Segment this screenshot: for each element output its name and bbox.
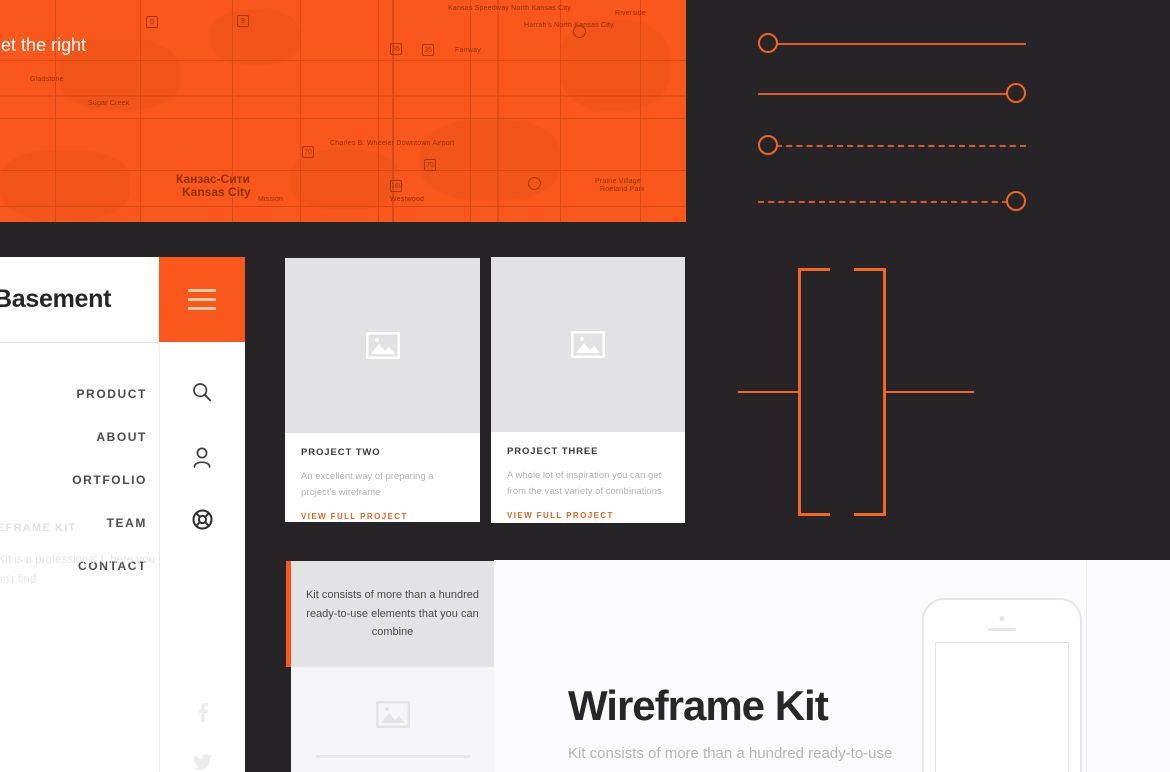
search-icon[interactable] (159, 374, 245, 410)
map-label: Riverside (615, 10, 646, 17)
slider-track (758, 201, 1008, 203)
speaker-icon (988, 628, 1016, 631)
route-shield-icon: 35 (390, 43, 402, 55)
map-poi-icon (528, 177, 541, 190)
slider-left-knob-dashed[interactable] (758, 135, 1026, 157)
under-quote-panel (291, 667, 494, 772)
image-placeholder-wrap (375, 700, 410, 733)
view-full-project-link[interactable]: VIEW FULL PROJECT (507, 511, 669, 520)
user-icon[interactable] (159, 439, 245, 475)
sidebar-item-about[interactable]: ABOUT (0, 415, 159, 458)
card-title: PROJECT THREE (507, 446, 599, 457)
site-nav-card: Basement PRODUCT ABOUT ORTFOLIO TEAM CON… (0, 257, 245, 772)
phone-screen (935, 642, 1069, 772)
page-body: Kit consists of more than a hundred read… (568, 745, 893, 772)
menu-toggle-button[interactable] (159, 257, 245, 342)
page-title: Wireframe Kit (568, 682, 829, 729)
slider-handle[interactable] (758, 135, 778, 155)
quote-text: Kit consists of more than a hundred read… (305, 588, 480, 639)
slider-left-knob-solid[interactable] (758, 33, 1026, 55)
hamburger-icon-bar (188, 298, 216, 301)
divider (0, 342, 159, 343)
map-label: Prairie Village (595, 178, 642, 185)
screen-root: Kansas Speedway North Kansas City Harrah… (0, 0, 1170, 772)
slider-handle[interactable] (758, 33, 778, 53)
card-body: PROJECT TWO An excellent way of preparin… (285, 433, 480, 521)
divider (1086, 560, 1087, 772)
route-shield-icon: 70 (302, 146, 314, 158)
image-placeholder-icon (571, 331, 605, 358)
map-label: Charles B. Wheeler Downtown Airport (330, 140, 455, 147)
image-placeholder-icon (365, 332, 400, 359)
bracket-graphic (738, 268, 978, 516)
sidebar-item-product[interactable]: PRODUCT (0, 372, 159, 415)
slider-track (758, 93, 1008, 95)
card-description: A whole lot of inspiration you can get f… (507, 470, 662, 497)
map-label: Mission (258, 196, 284, 203)
iphone-wireframe (922, 598, 1082, 772)
card-description: An excellent way of preparing a project'… (301, 471, 434, 498)
sidebar-footer-title: REFRAME KIT (0, 522, 77, 534)
hero-headline-line-2: ble (0, 57, 86, 80)
slider-right-knob-dashed[interactable] (758, 191, 1026, 213)
slider-right-knob-solid[interactable] (758, 83, 1026, 105)
view-full-project-link[interactable]: VIEW FULL PROJECT (301, 512, 464, 521)
twitter-icon[interactable] (159, 747, 245, 772)
hamburger-icon-bar (188, 289, 216, 292)
card-title: PROJECT TWO (301, 447, 381, 458)
route-shield-icon: 5 (146, 16, 158, 28)
map-poi-icon (573, 25, 586, 38)
lifebuoy-icon[interactable] (159, 501, 245, 537)
brand-logo[interactable]: Basement (0, 285, 111, 314)
project-card[interactable]: PROJECT THREE A whole lot of inspiration… (491, 257, 685, 523)
nav-header: Basement (0, 257, 159, 342)
card-thumbnail (285, 258, 480, 433)
facebook-icon[interactable] (159, 697, 245, 727)
map-label: Harrah's North Kansas City (524, 22, 614, 29)
hero-headline-line-1: e you get the right (0, 35, 87, 55)
route-shield-icon: 35 (422, 44, 434, 56)
slider-handle[interactable] (1006, 83, 1026, 103)
route-shield-icon: 169 (390, 180, 403, 192)
card-body: PROJECT THREE A whole lot of inspiration… (491, 432, 685, 520)
camera-icon (999, 616, 1005, 621)
sidebar-footer-body: e Kit is a professional t; here you won'… (0, 554, 155, 587)
map-label: Roeland Park (600, 186, 645, 193)
map-label: Westwood (390, 196, 425, 203)
slider-track (776, 43, 1026, 45)
project-card[interactable]: PROJECT TWO An excellent way of preparin… (285, 258, 480, 522)
hero-headline: e you get the right ble (0, 34, 86, 80)
map-label: Sugar Creek (88, 100, 130, 107)
route-shield-icon: 70 (424, 159, 436, 171)
sidebar-item-portfolio[interactable]: ORTFOLIO (0, 458, 159, 501)
map-label: Kansas Speedway North Kansas City (448, 5, 571, 12)
divider (315, 755, 470, 758)
map-label: Fairway (455, 47, 481, 54)
image-placeholder-icon (375, 700, 410, 729)
hamburger-icon-bar (188, 307, 216, 310)
quote-block: Kit consists of more than a hundred read… (286, 561, 494, 667)
map-city-latin: Kansas City (182, 185, 251, 199)
hero-map: Kansas Speedway North Kansas City Harrah… (0, 0, 686, 222)
slider-handle[interactable] (1006, 191, 1026, 211)
card-thumbnail (491, 257, 685, 432)
route-shield-icon: 9 (237, 15, 249, 27)
slider-track (776, 145, 1026, 147)
